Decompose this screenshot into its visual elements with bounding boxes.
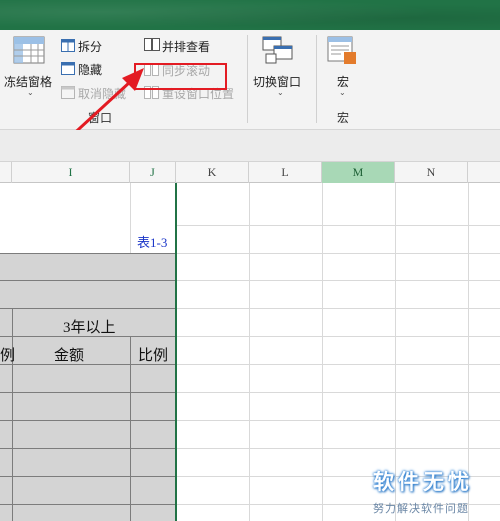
amount-header-cell[interactable]: 金额 bbox=[54, 344, 84, 365]
watermark-title: 软件无忧 bbox=[373, 470, 473, 494]
table-reference-label: 表1-3 bbox=[137, 235, 168, 250]
column-header-j[interactable]: J bbox=[130, 162, 176, 183]
ratio-header-cell[interactable]: 比例 bbox=[138, 344, 168, 365]
column-header-row: I J K L M N bbox=[0, 162, 500, 183]
column-header-i[interactable]: I bbox=[12, 162, 130, 183]
data-table bbox=[0, 253, 176, 521]
column-header-n[interactable]: N bbox=[395, 162, 468, 183]
header-3yrs-cell[interactable]: 3年以上 bbox=[63, 316, 116, 337]
watermark-subtitle: 努力解决软件问题 bbox=[373, 502, 469, 515]
ratio-cell-partial[interactable]: 例 bbox=[0, 344, 15, 365]
watermark: 软件无忧 努力解决软件问题 bbox=[373, 466, 495, 518]
column-header-k[interactable]: K bbox=[176, 162, 249, 183]
column-header-o[interactable] bbox=[468, 162, 500, 183]
column-header-h[interactable] bbox=[0, 162, 12, 183]
column-header-l[interactable]: L bbox=[249, 162, 322, 183]
selection-border bbox=[175, 183, 177, 521]
column-header-m[interactable]: M bbox=[322, 162, 395, 183]
excel-window: 冻结窗格 ⌄ 拆分 隐藏 取消隐藏 并排查看 同步滚动 重设窗口位置 窗口 切换… bbox=[0, 0, 500, 521]
formula-area bbox=[0, 130, 500, 162]
